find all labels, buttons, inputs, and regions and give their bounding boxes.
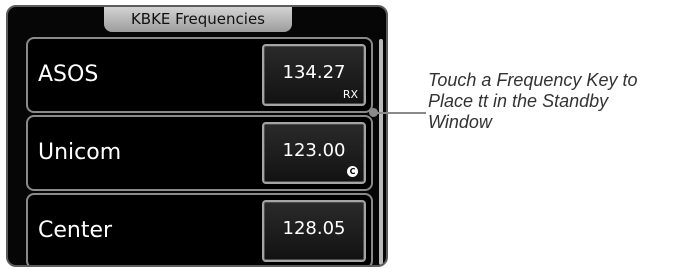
frequency-row-unicom: Unicom 123.00 C [26,115,373,191]
frequency-row-center: Center 128.05 [26,193,373,265]
frequency-value: 134.27 [282,62,346,83]
panel-title: KBKE Frequencies [104,7,292,32]
c-circle-icon: C [347,166,358,177]
row-label-asos: ASOS [38,62,99,87]
annotation-text: Touch a Frequency Key to Place tt in the… [428,70,638,132]
frequency-rx-suffix: RX [342,88,358,101]
frequency-value: 128.05 [282,218,346,239]
frequency-key-unicom[interactable]: 123.00 C [262,122,366,184]
callout-line [376,112,426,114]
frequency-key-asos[interactable]: 134.27 RX [262,44,366,106]
frequency-row-asos: ASOS 134.27 RX [26,37,373,113]
row-label-center: Center [38,218,113,243]
scrollbar[interactable] [379,39,383,265]
screenshot-stage: KBKE Frequencies ASOS 134.27 RX Unicom 1… [0,0,677,269]
frequency-key-center[interactable]: 128.05 [262,200,366,262]
frequencies-panel: KBKE Frequencies ASOS 134.27 RX Unicom 1… [6,5,388,267]
row-label-unicom: Unicom [38,140,122,165]
frequency-value: 123.00 [282,140,346,161]
